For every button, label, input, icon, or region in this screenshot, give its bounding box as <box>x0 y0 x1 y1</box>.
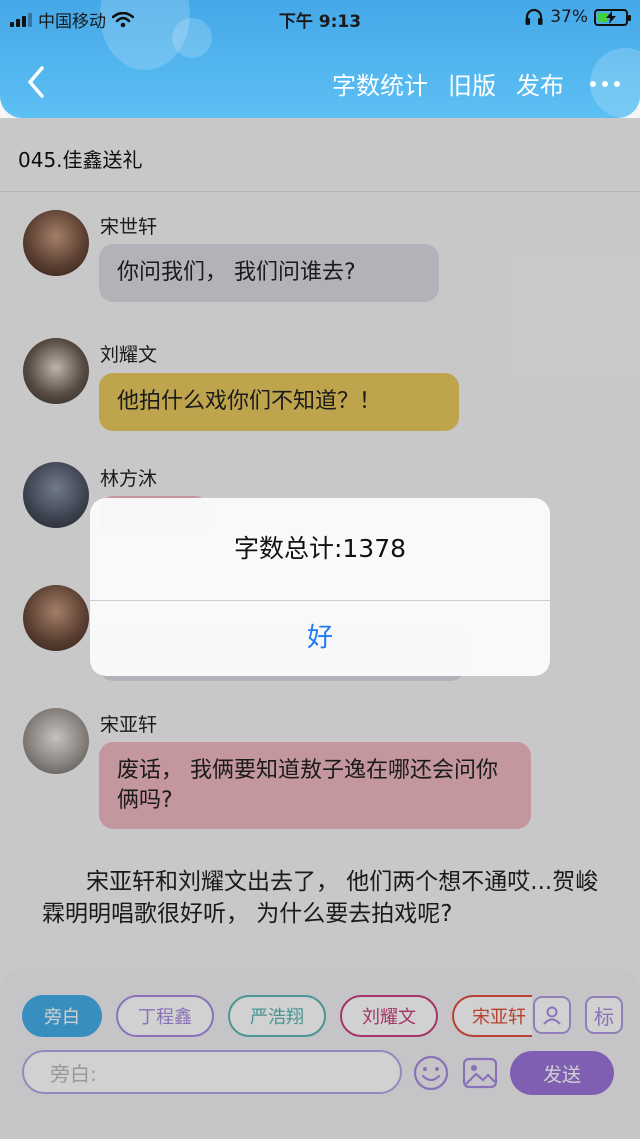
nav-actions: 字数统计 旧版 发布 <box>332 66 620 101</box>
alert-message: 字数总计:1378 <box>233 534 407 563</box>
old-version-button[interactable]: 旧版 <box>448 66 496 101</box>
back-chevron-icon[interactable] <box>22 62 48 102</box>
status-bar: 中国移动 下午 9:13 37% <box>0 0 640 36</box>
more-icon[interactable] <box>590 80 620 87</box>
header-bar: 中国移动 下午 9:13 37% 字数统计 旧版 发布 <box>0 0 640 118</box>
charging-bolt-icon <box>606 10 616 24</box>
word-count-button[interactable]: 字数统计 <box>332 66 428 101</box>
battery-percent: 37% <box>550 7 588 27</box>
word-count-alert: 字数总计:1378 好 <box>90 498 550 676</box>
headphones-icon <box>525 8 543 25</box>
publish-button[interactable]: 发布 <box>516 66 564 101</box>
battery-icon <box>594 8 631 26</box>
alert-ok-button[interactable]: 好 <box>90 601 550 676</box>
